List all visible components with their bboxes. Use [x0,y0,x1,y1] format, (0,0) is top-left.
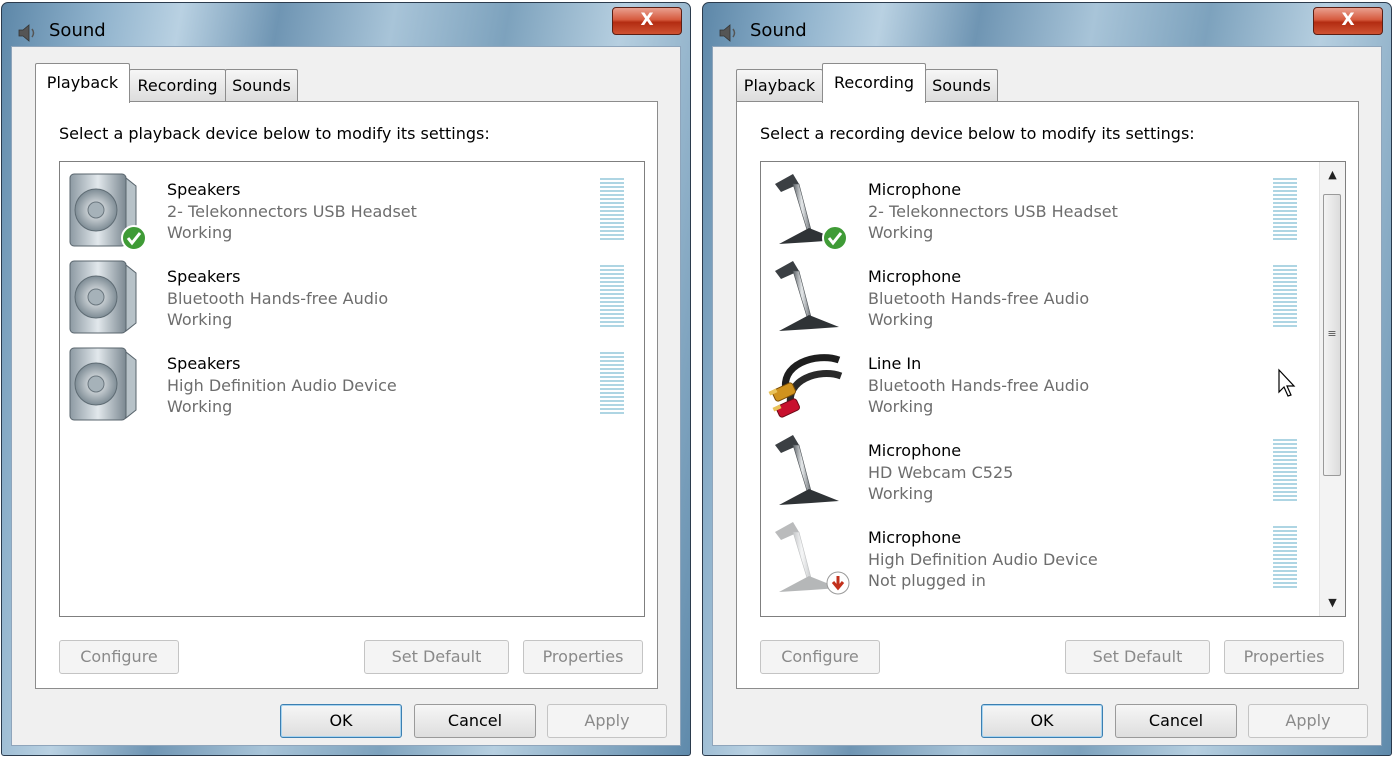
device-name: Line In [868,354,922,373]
device-status: Working [868,223,934,242]
device-item[interactable]: Microphone High Definition Audio Device … [761,510,1321,597]
device-status: Working [167,223,233,242]
instruction-text: Select a recording device below to modif… [760,124,1195,143]
device-description: Bluetooth Hands-free Audio [868,376,1090,395]
device-name: Microphone [868,528,962,547]
level-meter [1273,439,1297,503]
level-meter [1273,526,1297,590]
device-item[interactable]: Speakers High Definition Audio Device Wo… [60,336,624,423]
apply-button[interactable]: Apply [1248,704,1368,738]
device-item[interactable]: Microphone Bluetooth Hands-free Audio Wo… [761,249,1321,336]
device-description: HD Webcam C525 [868,463,1014,482]
speaker-icon [69,260,137,334]
device-item[interactable]: Microphone 2- Telekonnectors USB Headset… [761,162,1321,251]
vertical-scrollbar[interactable]: ▲ ≡ ▼ [1319,162,1345,616]
window-title: Sound [750,20,807,41]
configure-button[interactable]: Configure [760,640,880,674]
set-default-button[interactable]: Set Default [364,640,509,674]
device-description: Bluetooth Hands-free Audio [868,289,1090,308]
sound-window-playback: Sound X Playback Recording Sounds Select… [1,2,691,756]
device-description: High Definition Audio Device [167,376,397,395]
device-status: Working [167,310,233,329]
device-name: Speakers [167,354,241,373]
tab-sounds[interactable]: Sounds [925,69,998,102]
device-status: Not plugged in [868,571,986,590]
level-meter [1273,178,1297,242]
device-list[interactable]: Microphone 2- Telekonnectors USB Headset… [760,161,1346,617]
dialog-client-area: Playback Recording Sounds Select a playb… [11,46,681,746]
window-title: Sound [49,20,106,41]
speaker-icon [69,347,137,421]
close-button[interactable]: X [1313,7,1383,35]
cancel-button[interactable]: Cancel [1115,704,1237,738]
scrollbar-thumb[interactable]: ≡ [1323,194,1341,476]
device-description: High Definition Audio Device [868,550,1098,569]
level-meter [1273,265,1297,329]
properties-button[interactable]: Properties [523,640,643,674]
device-status: Working [868,397,934,416]
default-check-icon [822,225,848,251]
tab-recording[interactable]: Recording [822,63,926,103]
mouse-cursor-icon [1278,368,1296,397]
tab-recording[interactable]: Recording [129,69,226,102]
dialog-client-area: Playback Recording Sounds Select a recor… [712,46,1382,746]
rca-cable-icon [768,354,843,418]
speaker-volume-icon [719,24,736,42]
device-name: Microphone [868,267,962,286]
ok-button[interactable]: OK [280,704,402,738]
device-status: Working [868,310,934,329]
recording-panel: Select a recording device below to modif… [736,101,1359,689]
close-button[interactable]: X [612,7,682,35]
device-item[interactable]: Line In Bluetooth Hands-free Audio Worki… [761,336,1321,423]
device-status: Working [868,484,934,503]
device-status: Working [167,397,233,416]
level-meter [600,265,624,329]
device-description: 2- Telekonnectors USB Headset [167,202,417,221]
instruction-text: Select a playback device below to modify… [59,124,490,143]
scroll-up-arrow-icon[interactable]: ▲ [1320,162,1345,188]
tab-sounds[interactable]: Sounds [225,69,298,102]
device-description: 2- Telekonnectors USB Headset [868,202,1118,221]
device-item[interactable]: Microphone HD Webcam C525 Working [761,423,1321,510]
device-description: Bluetooth Hands-free Audio [167,289,389,308]
microphone-icon [775,261,839,331]
default-check-icon [121,225,147,251]
device-name: Microphone [868,180,962,199]
device-name: Microphone [868,441,962,460]
scrollbar-grip-icon: ≡ [1327,327,1337,340]
device-name: Speakers [167,180,241,199]
cancel-button[interactable]: Cancel [414,704,536,738]
device-name: Speakers [167,267,241,286]
device-list[interactable]: Speakers 2- Telekonnectors USB Headset W… [59,161,645,617]
speaker-volume-icon [18,24,35,42]
level-meter [600,352,624,416]
set-default-button[interactable]: Set Default [1065,640,1210,674]
configure-button[interactable]: Configure [59,640,179,674]
microphone-icon [775,435,839,505]
tab-playback[interactable]: Playback [35,63,130,103]
device-item[interactable]: Speakers Bluetooth Hands-free Audio Work… [60,249,624,336]
ok-button[interactable]: OK [981,704,1103,738]
level-meter [600,178,624,242]
sound-window-recording: Sound X Playback Recording Sounds Select… [702,2,1392,756]
playback-panel: Select a playback device below to modify… [35,101,658,689]
tab-playback[interactable]: Playback [736,69,823,102]
device-item[interactable]: Speakers 2- Telekonnectors USB Headset W… [60,162,624,251]
scroll-down-arrow-icon[interactable]: ▼ [1320,590,1345,616]
properties-button[interactable]: Properties [1224,640,1344,674]
unplugged-arrow-icon [826,571,850,595]
apply-button[interactable]: Apply [547,704,667,738]
